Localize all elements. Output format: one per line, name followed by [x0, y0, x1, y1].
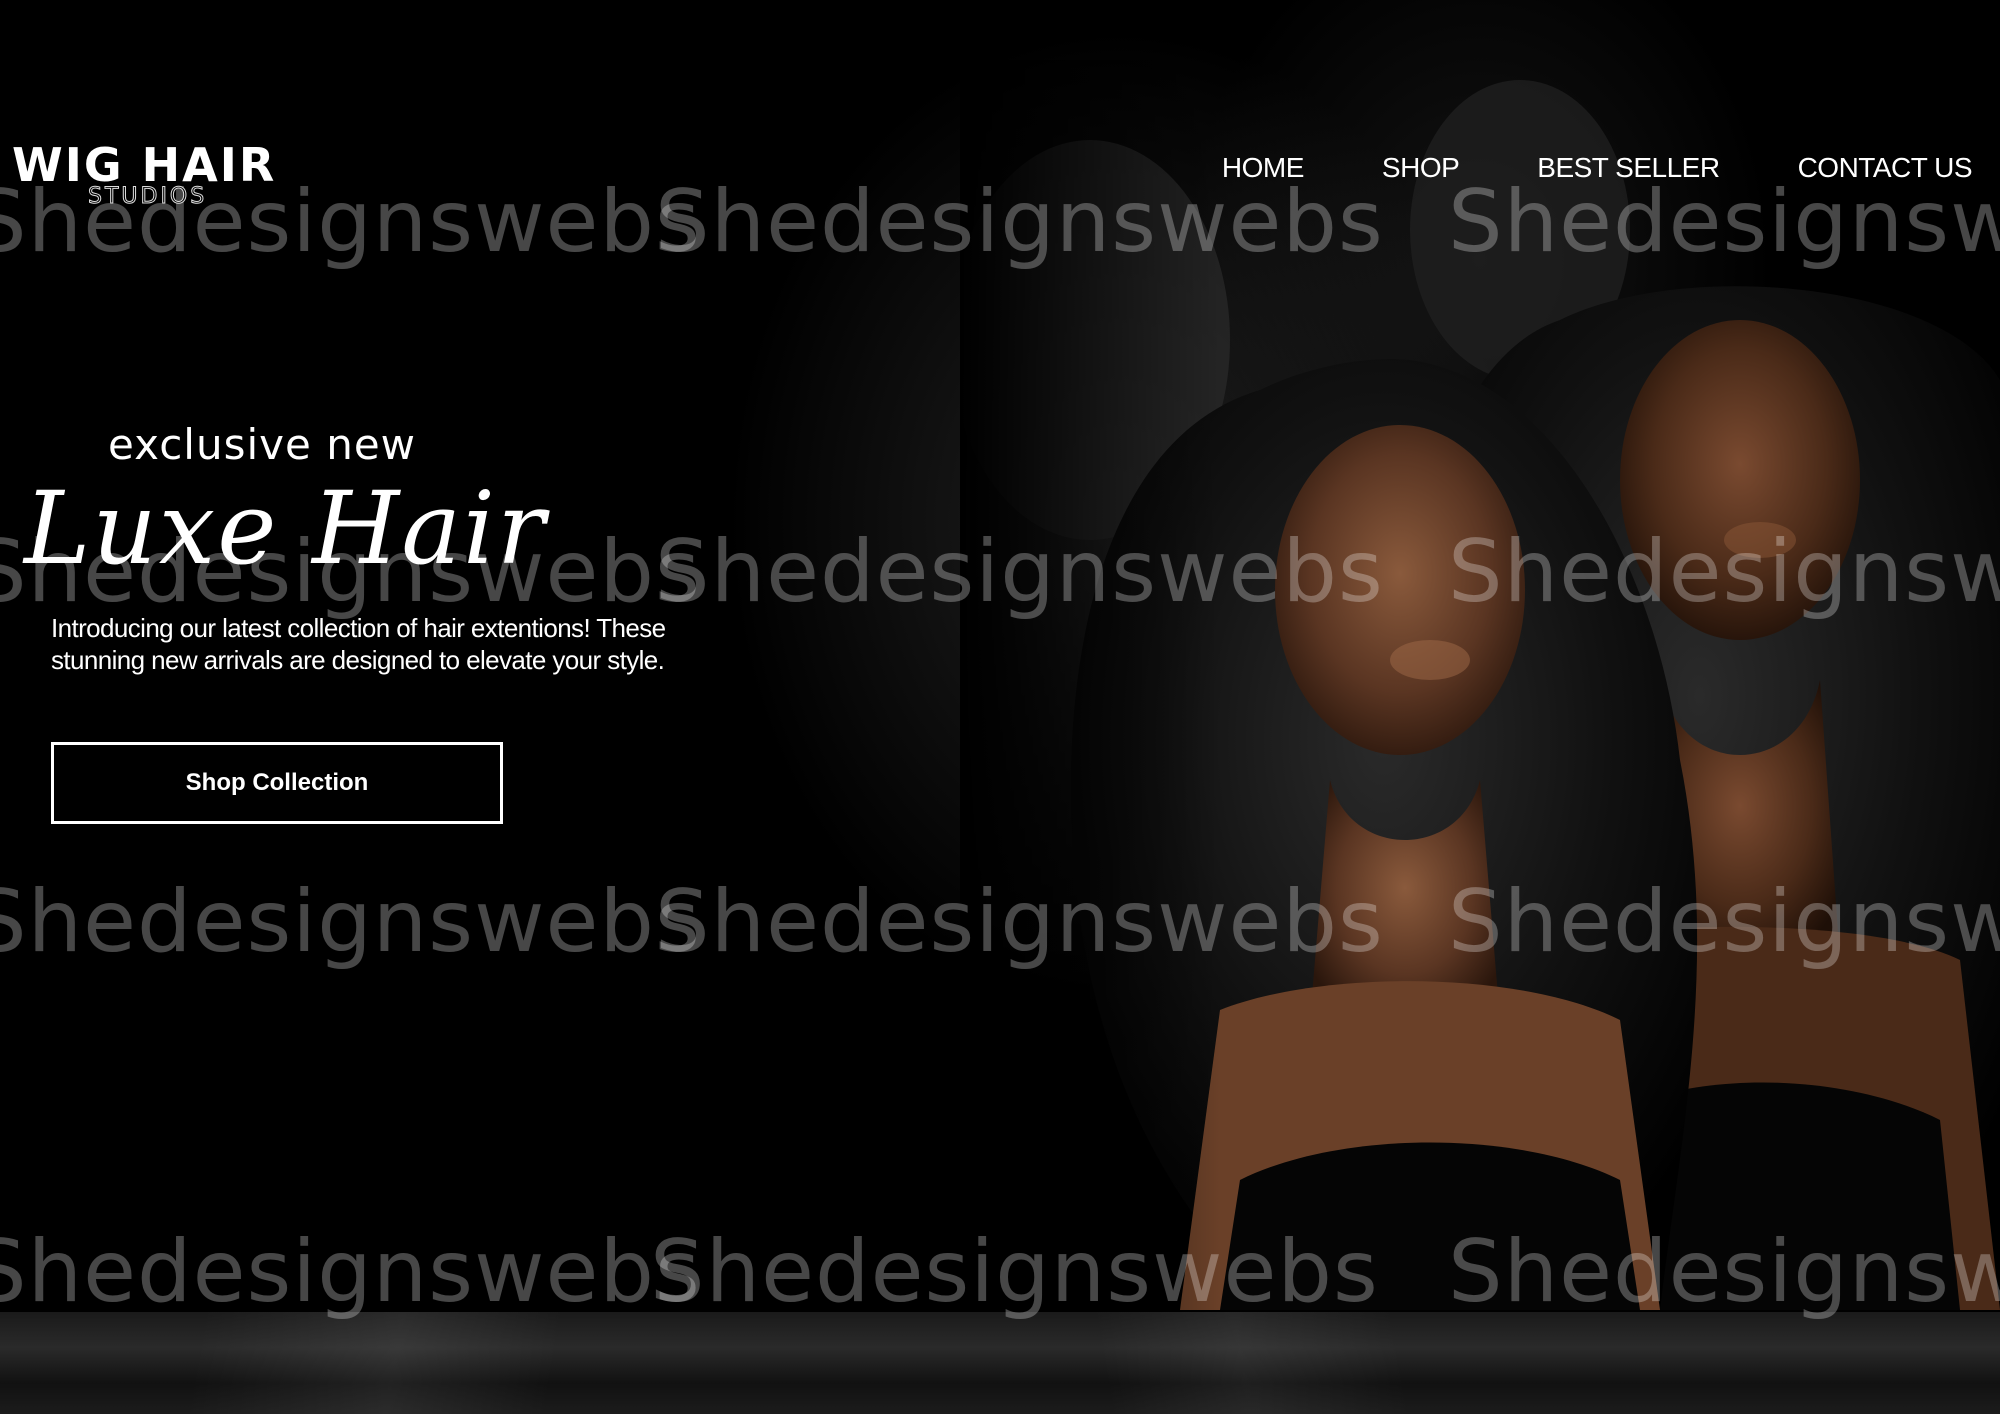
hero-intro-text: Introducing our latest collection of hai…	[51, 613, 666, 675]
nav-shop[interactable]: SHOP	[1382, 152, 1460, 184]
logo-sub-text: STUDIOS	[87, 184, 208, 210]
site-logo[interactable]: WIG HAIR STUDIOS	[12, 138, 352, 210]
hero-headline: Luxe Hair	[24, 470, 547, 587]
hero-tagline: exclusive new	[108, 420, 417, 469]
landing-page: Shedesignswebs Shedesignswebs Shedesigns…	[0, 0, 2000, 1414]
hero-models-image	[960, 60, 2000, 1310]
nav-home[interactable]: HOME	[1222, 152, 1305, 184]
nav-best-seller[interactable]: BEST SELLER	[1537, 152, 1720, 184]
nav-contact-us[interactable]: CONTACT US	[1798, 152, 1973, 184]
main-nav: HOME SHOP BEST SELLER CONTACT US	[1222, 152, 1973, 184]
satin-footer-strip	[0, 1312, 2000, 1414]
shop-collection-button[interactable]: Shop Collection	[51, 742, 503, 824]
